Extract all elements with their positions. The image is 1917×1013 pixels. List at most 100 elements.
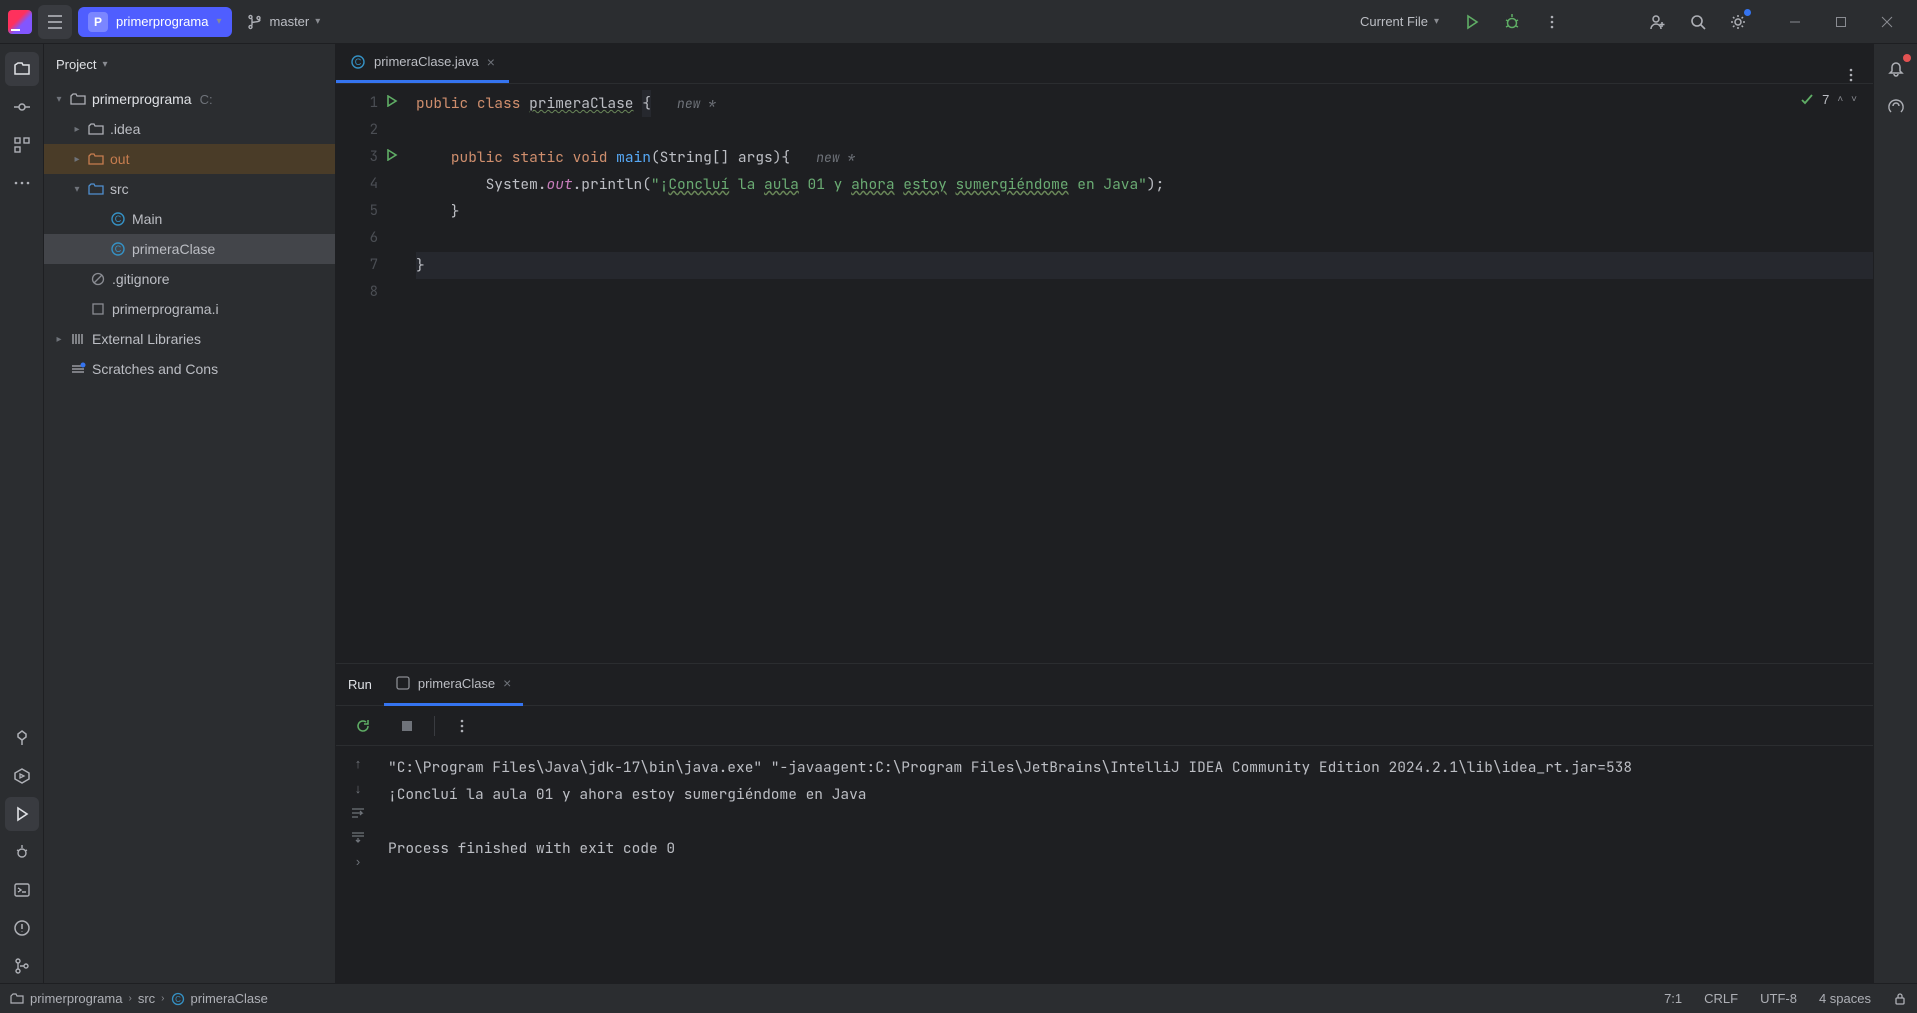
chevron-right-icon[interactable]: ▸: [50, 334, 68, 345]
expand-button[interactable]: ›: [356, 854, 360, 869]
module-icon: [68, 92, 88, 106]
structure-tool-button[interactable]: [5, 128, 39, 162]
main-menu-button[interactable]: [38, 5, 72, 39]
tab-label: primeraClase.java: [374, 54, 479, 69]
run-panel-title: Run: [348, 677, 372, 692]
library-icon: [68, 332, 88, 346]
run-line-icon[interactable]: [386, 149, 398, 161]
chevron-down-icon[interactable]: ▾: [68, 184, 86, 195]
project-selector[interactable]: P primerprograma ▾: [78, 7, 232, 37]
code-content[interactable]: public class primeraClase { new * public…: [402, 84, 1873, 663]
run-config-label: Current File: [1360, 14, 1428, 29]
tree-class-primera[interactable]: C primeraClase: [44, 234, 335, 264]
debug-tool-button[interactable]: [5, 835, 39, 869]
editor-tab[interactable]: C primeraClase.java ×: [336, 43, 509, 83]
notification-dot-icon: [1903, 54, 1911, 62]
close-run-tab-button[interactable]: ×: [503, 675, 511, 691]
rerun-button[interactable]: [346, 709, 380, 743]
more-tools-button[interactable]: [5, 166, 39, 200]
maximize-button[interactable]: [1819, 5, 1863, 39]
scroll-to-end-button[interactable]: [350, 830, 366, 844]
project-panel-header[interactable]: Project ▾: [44, 44, 335, 84]
tree-label: External Libraries: [92, 331, 201, 347]
settings-button[interactable]: [1721, 5, 1755, 39]
project-panel-title: Project: [56, 57, 96, 72]
chevron-down-icon: ▾: [102, 59, 107, 70]
chevron-down-icon[interactable]: ▾: [50, 94, 68, 105]
tree-folder-idea[interactable]: ▸ .idea: [44, 114, 335, 144]
right-tool-rail: [1873, 44, 1917, 983]
close-button[interactable]: [1865, 5, 1909, 39]
line-col-indicator[interactable]: 7:1: [1664, 991, 1682, 1006]
code-editor[interactable]: 1 2 3 4 5 6 7 8 public class primeraClas…: [336, 84, 1873, 663]
more-actions-button[interactable]: [1535, 5, 1569, 39]
run-line-icon[interactable]: [386, 95, 398, 107]
terminal-tool-button[interactable]: [5, 873, 39, 907]
chevron-down-icon: ▾: [216, 16, 221, 27]
notifications-button[interactable]: [1879, 52, 1913, 86]
project-panel: Project ▾ ▾ primerprograma C: ▸ .idea ▸ …: [44, 44, 336, 983]
project-tree[interactable]: ▾ primerprograma C: ▸ .idea ▸ out ▾ src: [44, 84, 335, 983]
chevron-right-icon[interactable]: ▸: [68, 154, 86, 165]
vcs-tool-button[interactable]: [5, 949, 39, 983]
problems-tool-button[interactable]: [5, 911, 39, 945]
close-tab-button[interactable]: ×: [487, 54, 495, 70]
tree-scratches[interactable]: ▸ Scratches and Cons: [44, 354, 335, 384]
source-folder-icon: [86, 182, 106, 196]
encoding-indicator[interactable]: UTF-8: [1760, 991, 1797, 1006]
run-config-selector[interactable]: Current File ▾: [1350, 7, 1449, 37]
tree-label: primerprograma: [92, 91, 192, 107]
readonly-indicator[interactable]: [1893, 992, 1907, 1006]
tree-label: out: [110, 151, 129, 167]
run-config-tab[interactable]: primeraClase ×: [384, 664, 524, 706]
code-with-me-button[interactable]: [1641, 5, 1675, 39]
svg-text:C: C: [115, 214, 122, 224]
crumb-project[interactable]: primerprograma: [30, 991, 122, 1006]
folder-icon: [86, 122, 106, 136]
project-name-label: primerprograma: [116, 14, 208, 29]
services-tool-button[interactable]: [5, 759, 39, 793]
down-button[interactable]: ↓: [355, 781, 362, 796]
ignore-file-icon: [88, 272, 108, 286]
project-tool-button[interactable]: [5, 52, 39, 86]
project-letter-icon: P: [88, 12, 108, 32]
tree-class-main[interactable]: C Main: [44, 204, 335, 234]
module-file-icon: [88, 302, 108, 316]
soft-wrap-button[interactable]: [350, 806, 366, 820]
svg-text:C: C: [355, 57, 362, 67]
line-separator-indicator[interactable]: CRLF: [1704, 991, 1738, 1006]
editor-tab-bar: C primeraClase.java ×: [336, 44, 1873, 84]
scratches-icon: [68, 362, 88, 376]
debug-button[interactable]: [1495, 5, 1529, 39]
minimize-button[interactable]: [1773, 5, 1817, 39]
stop-button[interactable]: [390, 709, 424, 743]
tree-folder-out[interactable]: ▸ out: [44, 144, 335, 174]
run-panel-header: Run primeraClase ×: [336, 664, 1873, 706]
git-branch-selector[interactable]: master ▾: [238, 7, 331, 37]
ai-assistant-button[interactable]: [1879, 90, 1913, 124]
tree-gitignore[interactable]: .gitignore: [44, 264, 335, 294]
up-button[interactable]: ↑: [355, 756, 362, 771]
chevron-right-icon[interactable]: ▸: [68, 124, 86, 135]
run-tab-label: primeraClase: [418, 676, 495, 691]
tree-folder-src[interactable]: ▾ src: [44, 174, 335, 204]
commit-tool-button[interactable]: [5, 90, 39, 124]
search-button[interactable]: [1681, 5, 1715, 39]
run-console[interactable]: "C:\Program Files\Java\jdk-17\bin\java.e…: [380, 746, 1873, 983]
tab-more-button[interactable]: [1829, 67, 1873, 83]
indent-indicator[interactable]: 4 spaces: [1819, 991, 1871, 1006]
crumb-class[interactable]: primeraClase: [191, 991, 268, 1006]
app-logo-icon: [8, 10, 32, 34]
tree-label: Main: [132, 211, 162, 227]
breadcrumb[interactable]: primerprograma › src › C primeraClase: [10, 991, 268, 1006]
crumb-src[interactable]: src: [138, 991, 155, 1006]
tree-iml[interactable]: primerprograma.i: [44, 294, 335, 324]
run-more-button[interactable]: [445, 709, 479, 743]
branch-icon: [248, 14, 264, 30]
build-tool-button[interactable]: [5, 721, 39, 755]
run-button[interactable]: [1455, 5, 1489, 39]
tree-external-libs[interactable]: ▸ External Libraries: [44, 324, 335, 354]
gutter[interactable]: 1 2 3 4 5 6 7 8: [336, 84, 402, 663]
tree-root[interactable]: ▾ primerprograma C:: [44, 84, 335, 114]
run-tool-button[interactable]: [5, 797, 39, 831]
